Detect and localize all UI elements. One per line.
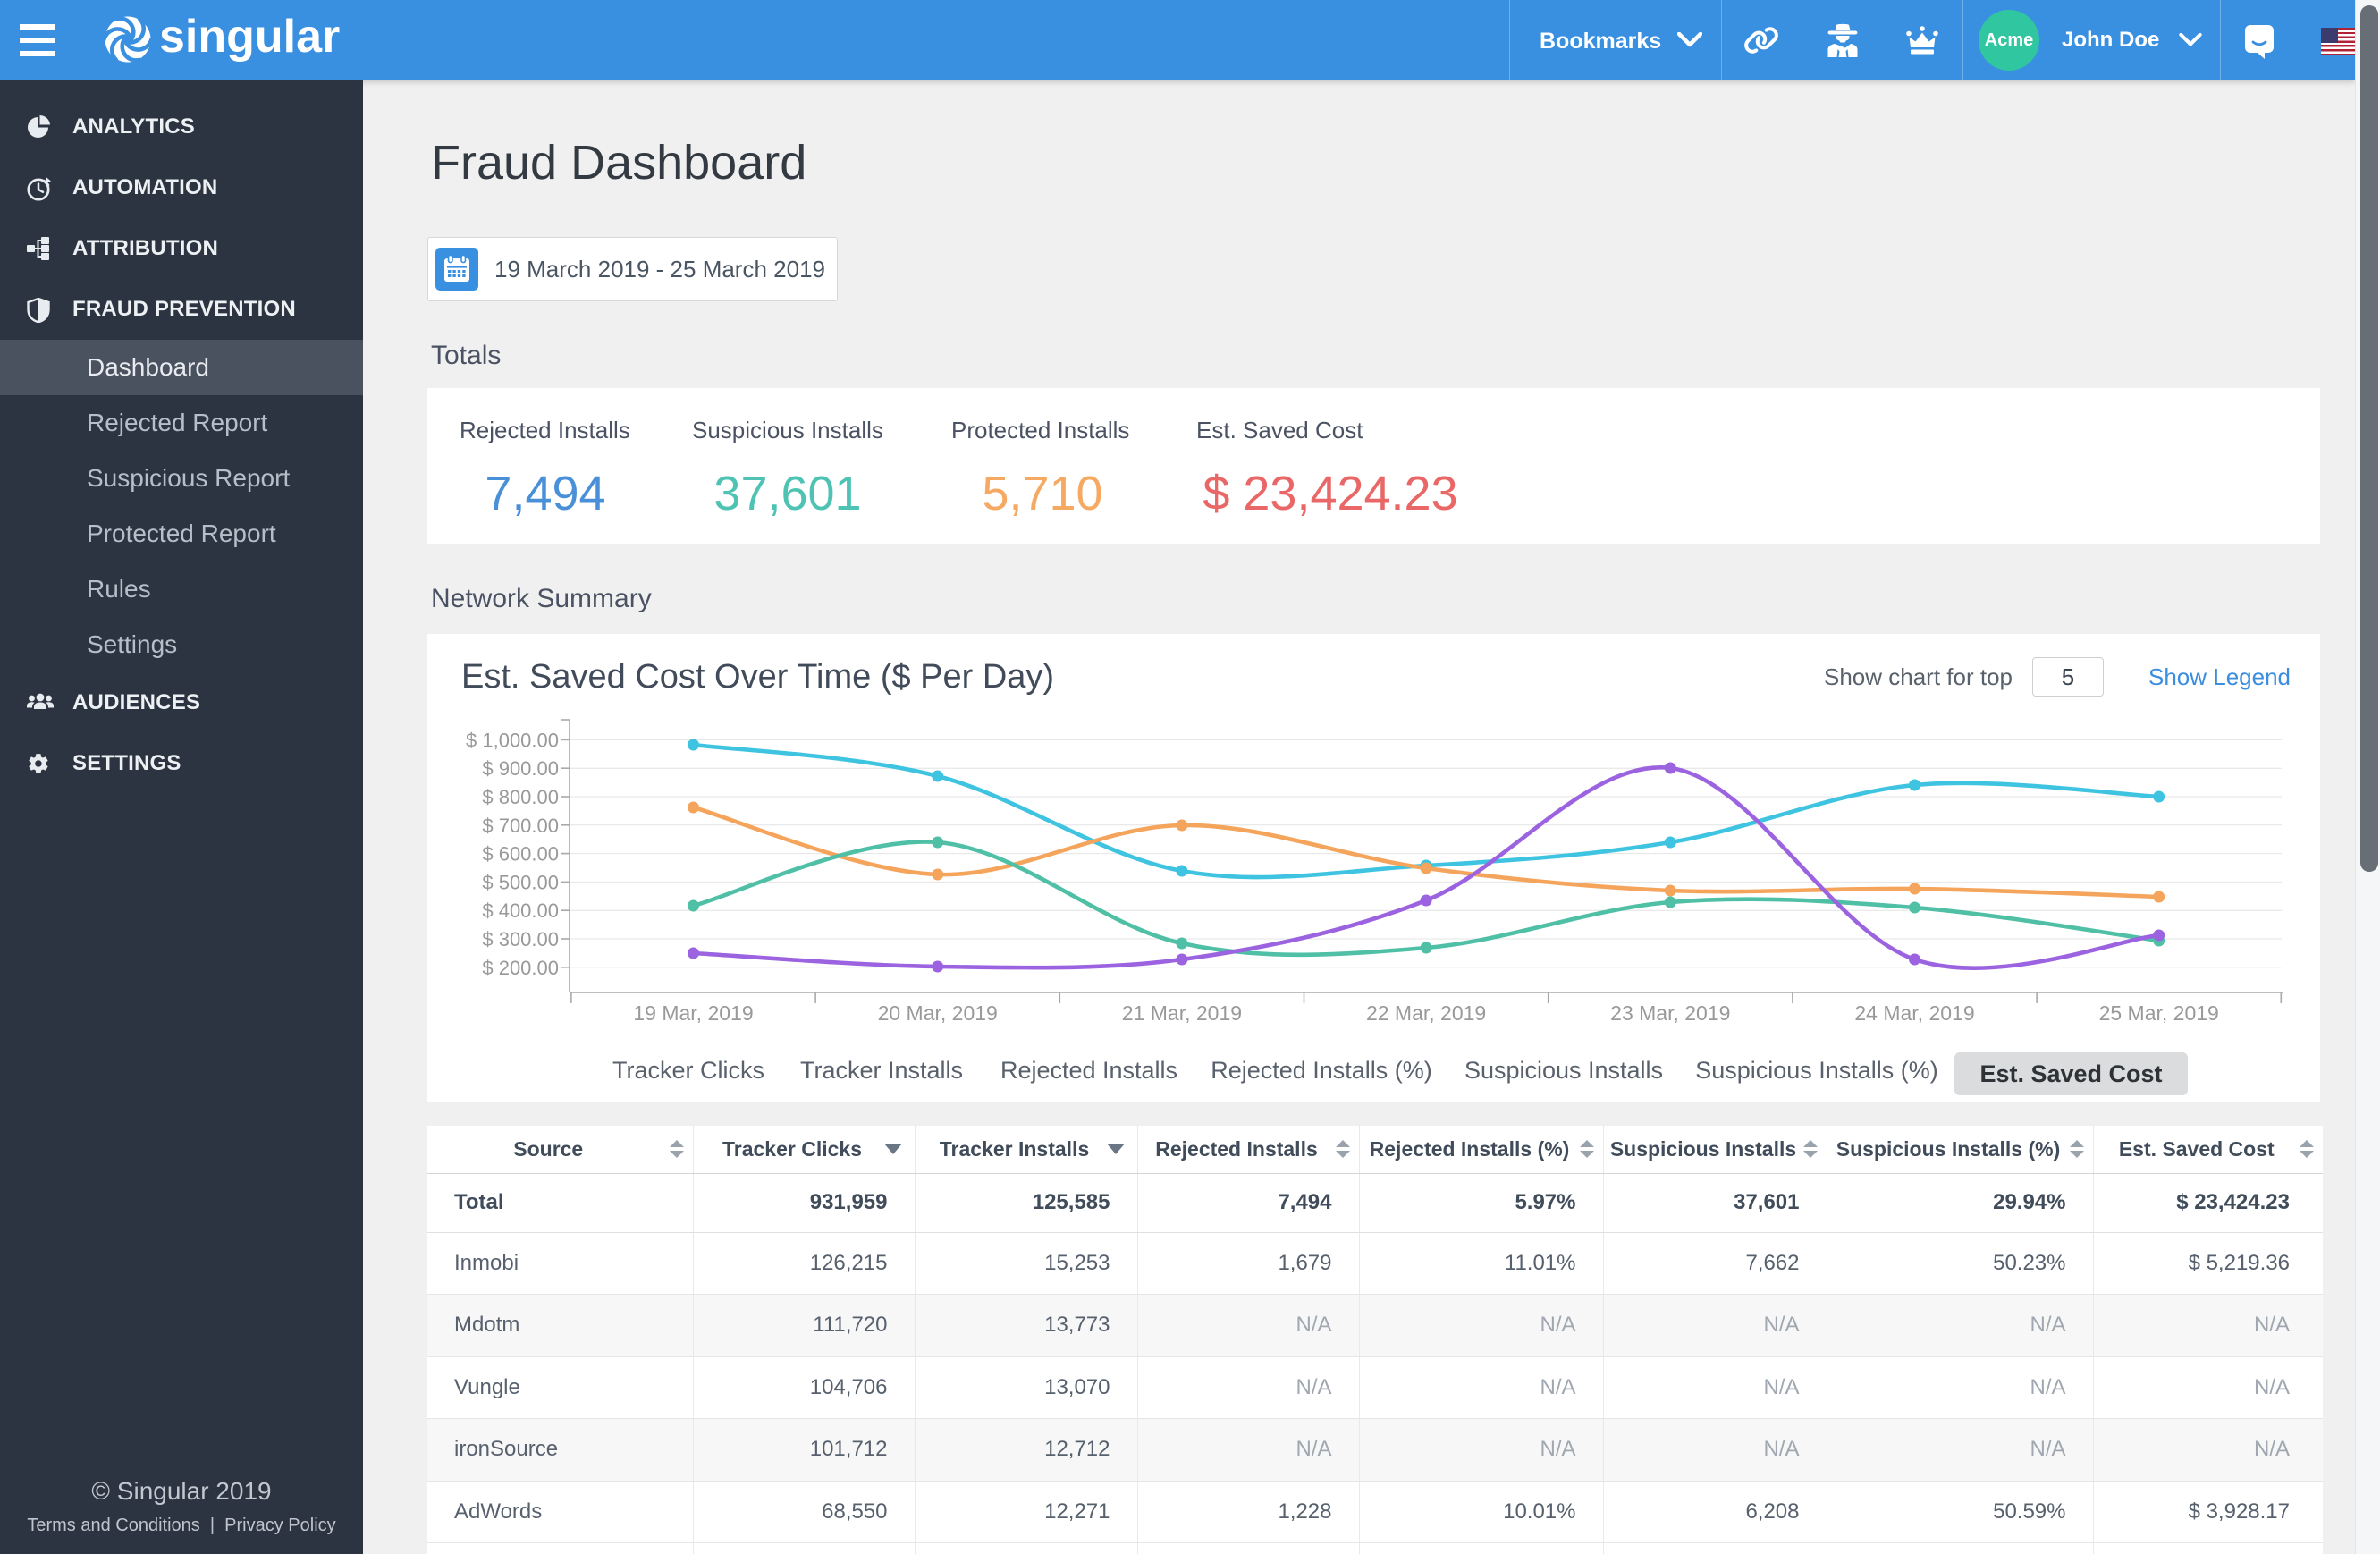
svg-text:23 Mar, 2019: 23 Mar, 2019 [1610,1001,1730,1025]
svg-text:$ 800.00: $ 800.00 [482,786,559,808]
svg-text:$ 500.00: $ 500.00 [482,871,559,893]
svg-text:$ 1,000.00: $ 1,000.00 [466,729,559,751]
svg-text:$ 700.00: $ 700.00 [482,815,559,837]
svg-text:24 Mar, 2019: 24 Mar, 2019 [1854,1001,1974,1025]
svg-text:19 Mar, 2019: 19 Mar, 2019 [633,1001,753,1025]
svg-text:22 Mar, 2019: 22 Mar, 2019 [1366,1001,1486,1025]
svg-text:$ 900.00: $ 900.00 [482,757,559,780]
svg-text:$ 200.00: $ 200.00 [482,957,559,979]
svg-text:$ 300.00: $ 300.00 [482,928,559,950]
svg-text:20 Mar, 2019: 20 Mar, 2019 [878,1001,998,1025]
svg-text:$ 600.00: $ 600.00 [482,843,559,866]
svg-text:25 Mar, 2019: 25 Mar, 2019 [2099,1001,2219,1025]
svg-text:$ 400.00: $ 400.00 [482,899,559,922]
svg-text:21 Mar, 2019: 21 Mar, 2019 [1122,1001,1242,1025]
